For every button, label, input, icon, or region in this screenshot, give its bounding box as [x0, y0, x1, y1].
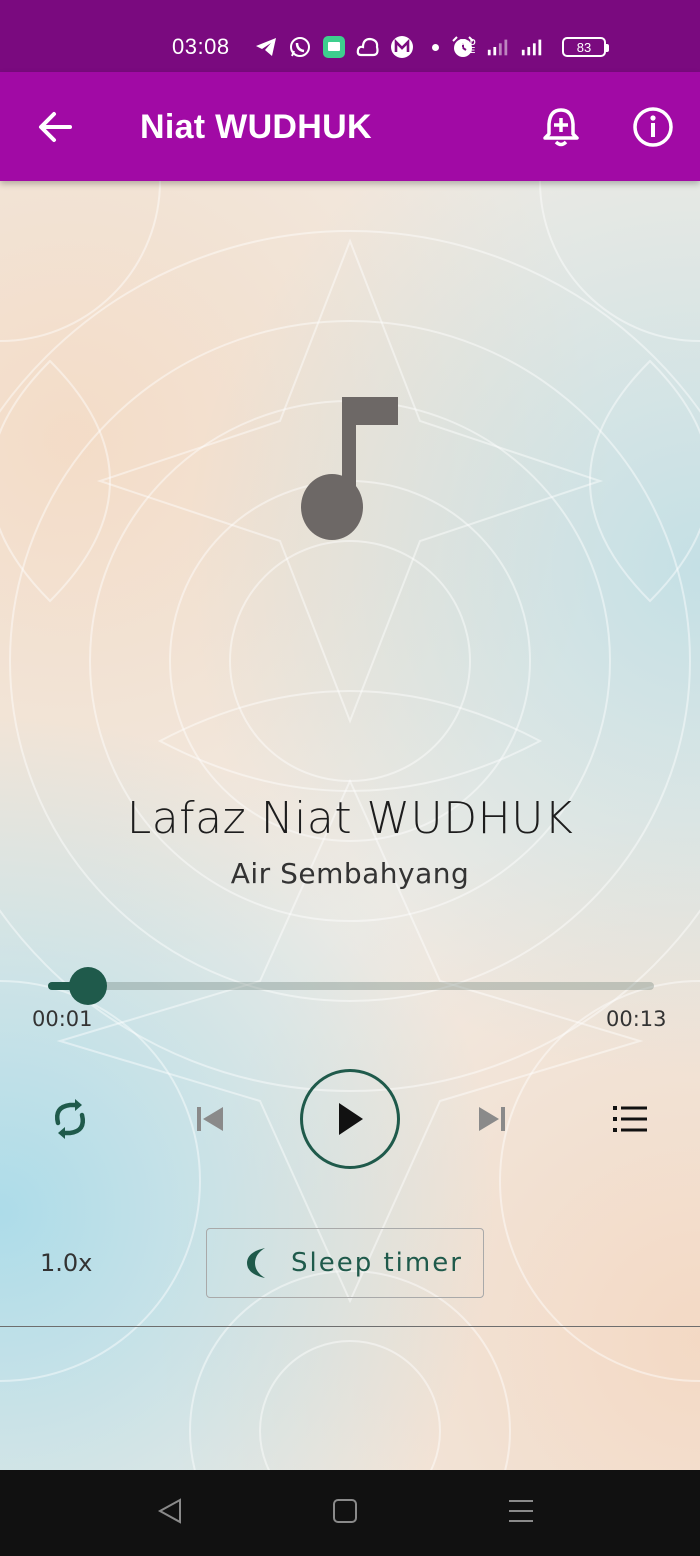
telegram-icon	[254, 35, 278, 59]
nav-menu-button[interactable]	[506, 1496, 536, 1526]
dot-icon	[432, 43, 439, 51]
sleep-timer-button[interactable]: Sleep timer	[206, 1228, 484, 1298]
cloud-icon	[356, 35, 380, 59]
playback-speed[interactable]: 1.0x	[40, 1249, 92, 1277]
whatsapp-icon	[288, 35, 312, 59]
sleep-timer-label: Sleep timer	[291, 1248, 463, 1278]
add-reminder-button[interactable]	[536, 102, 586, 152]
back-button[interactable]	[30, 102, 80, 152]
nav-menu-icon	[509, 1500, 533, 1522]
system-nav-bar	[0, 1470, 700, 1556]
track-subtitle: Air Sembahyang	[230, 857, 470, 890]
moon-icon	[247, 1248, 265, 1278]
signal-icon	[486, 35, 510, 59]
playlist-icon	[613, 1106, 647, 1132]
track-title: Lafaz Niat WUDHUK	[126, 793, 574, 844]
status-bar: 03:08 VoD LTE 83	[0, 0, 700, 72]
status-time: 03:08	[172, 34, 230, 59]
seek-thumb[interactable]	[69, 967, 107, 1005]
bell-plus-icon	[543, 108, 579, 147]
signal-icon	[520, 35, 544, 59]
volte-icon: VoD LTE	[460, 38, 476, 55]
divider	[0, 1326, 700, 1327]
playlist-button[interactable]	[606, 1095, 654, 1143]
chat-icon	[322, 35, 346, 59]
nav-home-button[interactable]	[330, 1496, 360, 1526]
status-notification-icons	[254, 35, 485, 59]
repeat-icon	[55, 1099, 85, 1139]
repeat-button[interactable]	[46, 1095, 94, 1143]
battery-indicator: 83	[562, 37, 609, 57]
gmail-icon	[390, 35, 414, 59]
skip-next-icon	[479, 1107, 505, 1131]
back-arrow-icon	[39, 112, 72, 142]
status-system-icons: VoD LTE 83	[456, 34, 609, 60]
skip-previous-icon	[197, 1107, 223, 1131]
seek-bar[interactable]	[48, 982, 654, 990]
previous-button[interactable]	[188, 1095, 232, 1143]
nav-back-icon	[157, 1498, 181, 1524]
page-title: Niat WUDHUK	[140, 108, 372, 146]
total-time: 00:13	[606, 1007, 667, 1031]
player-screen: Lafaz Niat WUDHUK Air Sembahyang 00:01 0…	[0, 181, 700, 1470]
music-note-icon	[301, 397, 398, 540]
info-button[interactable]	[628, 102, 678, 152]
next-button[interactable]	[470, 1095, 514, 1143]
nav-back-button[interactable]	[156, 1496, 186, 1526]
nav-home-icon	[333, 1499, 357, 1523]
info-icon	[633, 107, 673, 147]
app-bar: Niat WUDHUK	[0, 72, 700, 181]
play-button[interactable]	[300, 1069, 400, 1169]
play-icon	[339, 1103, 363, 1135]
current-time: 00:01	[32, 1007, 93, 1031]
